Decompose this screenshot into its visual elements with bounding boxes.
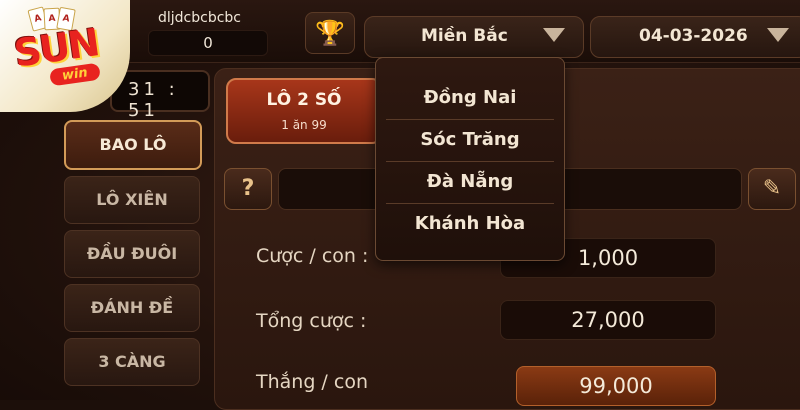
trophy-icon: 🏆	[315, 19, 345, 47]
region-select[interactable]: Miền Bắc	[364, 16, 584, 58]
sidebar-item-danh-de[interactable]: ĐÁNH ĐỀ	[64, 284, 200, 332]
date-select[interactable]: 04-03-2026	[590, 16, 800, 58]
tab-title: LÔ 2 SỐ	[266, 90, 342, 110]
help-button[interactable]: ?	[224, 168, 272, 210]
edit-button[interactable]: ✎	[748, 168, 796, 210]
sidebar-item-label: LÔ XIÊN	[96, 190, 168, 209]
region-dropdown: Đồng Nai Sóc Trăng Đà Nẵng Khánh Hòa	[375, 57, 565, 261]
tab-lo-2-so[interactable]: LÔ 2 SỐ 1 ăn 99	[226, 78, 382, 144]
username: dljdcbcbcbc	[158, 10, 242, 26]
timer-text: 31 : 51	[128, 79, 179, 121]
dropdown-option-soc-trang[interactable]: Sóc Trăng	[386, 120, 554, 160]
win-per-number-field: 99,000	[516, 366, 716, 406]
win-per-number-label: Thắng / con	[256, 371, 368, 393]
balance-box: 0	[148, 30, 268, 56]
pencil-icon: ✎	[762, 176, 782, 201]
dropdown-option-da-nang[interactable]: Đà Nẵng	[386, 162, 554, 202]
sidebar-item-3-cang[interactable]: 3 CÀNG	[64, 338, 200, 386]
user-panel: dljdcbcbcbc 0	[140, 4, 268, 56]
sunwin-logo: A A A SUN win	[0, 0, 130, 112]
help-icon: ?	[241, 176, 255, 201]
win-per-number-value: 99,000	[579, 374, 653, 398]
total-bet-field: 27,000	[500, 300, 716, 340]
sidebar-item-label: BAO LÔ	[99, 135, 167, 154]
trophy-button[interactable]: 🏆	[305, 12, 355, 54]
balance: 0	[203, 34, 213, 52]
sidebar-item-label: ĐÁNH ĐỀ	[90, 298, 174, 317]
region-select-value: Miền Bắc	[421, 26, 508, 46]
tab-odds: 1 ăn 99	[281, 118, 327, 132]
dropdown-option-khanh-hoa[interactable]: Khánh Hòa	[386, 204, 554, 244]
countdown-timer: 31 : 51	[110, 70, 210, 121]
total-bet-value: 27,000	[571, 308, 645, 332]
sidebar-item-dau-duoi[interactable]: ĐẦU ĐUÔI	[64, 230, 200, 278]
date-select-value: 04-03-2026	[639, 26, 748, 46]
sidebar-item-lo-xien[interactable]: LÔ XIÊN	[64, 176, 200, 224]
dropdown-option-dong-nai[interactable]: Đồng Nai	[386, 78, 554, 118]
chevron-down-icon	[767, 28, 789, 42]
chevron-down-icon	[543, 28, 565, 42]
sidebar-item-label: ĐẦU ĐUÔI	[86, 244, 178, 263]
bet-per-number-label: Cược / con :	[256, 245, 369, 267]
sidebar-item-label: 3 CÀNG	[98, 352, 166, 371]
total-bet-label: Tổng cược :	[256, 310, 367, 332]
sidebar-item-bao-lo[interactable]: BAO LÔ	[64, 120, 202, 170]
